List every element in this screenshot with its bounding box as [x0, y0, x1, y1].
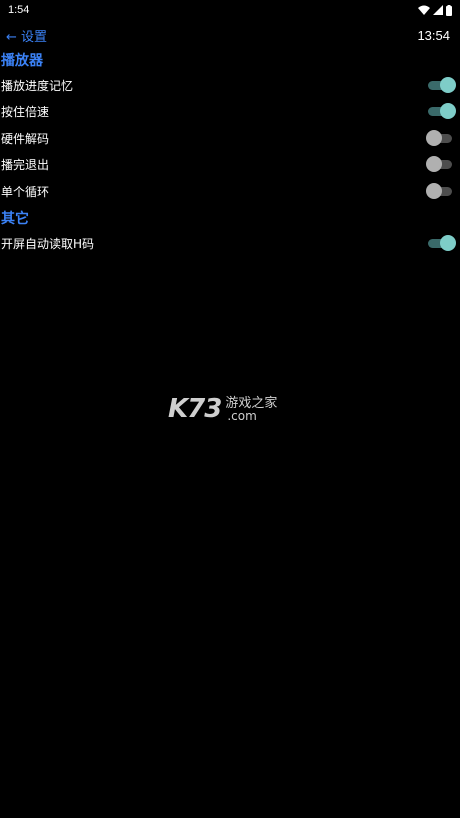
setting-label: 播放进度记忆	[1, 78, 74, 93]
section-title-player: 播放器	[1, 53, 43, 69]
status-time: 1:54	[8, 4, 30, 16]
toggle-switch[interactable]	[426, 77, 456, 93]
setting-row-auto-read-h-code[interactable]: 开屏自动读取H码	[0, 230, 460, 256]
setting-label: 按住倍速	[1, 104, 50, 119]
toggle-switch[interactable]	[426, 130, 456, 146]
setting-row-hardware-decode[interactable]: 硬件解码	[0, 125, 460, 151]
setting-label: 单个循环	[1, 184, 50, 199]
signal-icon	[433, 5, 443, 15]
watermark-com: .com	[227, 408, 257, 423]
setting-row-single-loop[interactable]: 单个循环	[0, 178, 460, 204]
setting-label: 硬件解码	[1, 131, 50, 146]
watermark-text: 游戏之家 .com	[225, 397, 277, 422]
setting-row-hold-speed[interactable]: 按住倍速	[0, 98, 460, 124]
setting-label: 播完退出	[1, 157, 50, 172]
watermark-k73: K73	[168, 394, 222, 424]
toggle-switch[interactable]	[426, 235, 456, 251]
header-clock: 13:54	[417, 27, 450, 43]
toggle-switch[interactable]	[426, 183, 456, 199]
app-header: ← 设置 13:54	[0, 22, 460, 48]
section-title-other: 其它	[1, 211, 29, 227]
setting-row-exit-after-play[interactable]: 播完退出	[0, 151, 460, 177]
back-button[interactable]: ← 设置	[6, 26, 47, 45]
toggle-switch[interactable]	[426, 103, 456, 119]
wifi-icon	[418, 5, 430, 15]
battery-icon	[446, 4, 452, 16]
status-bar: 1:54	[0, 0, 460, 20]
setting-label: 开屏自动读取H码	[1, 236, 95, 251]
watermark-cn: 游戏之家	[225, 395, 278, 411]
status-icons	[418, 4, 452, 16]
setting-row-progress-memory[interactable]: 播放进度记忆	[0, 72, 460, 98]
toggle-switch[interactable]	[426, 156, 456, 172]
watermark-logo: K73 游戏之家 .com	[168, 394, 277, 424]
